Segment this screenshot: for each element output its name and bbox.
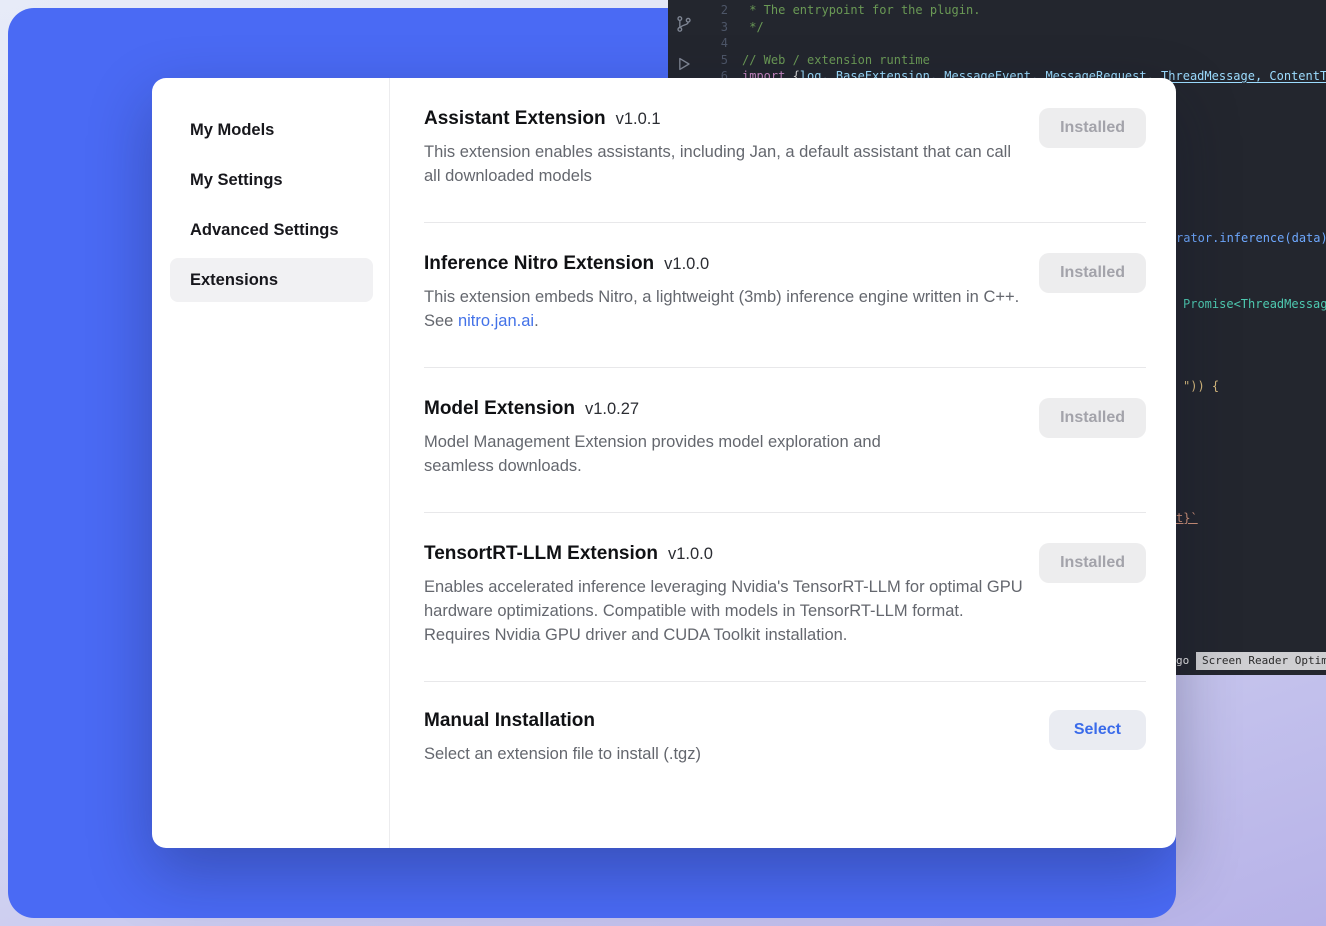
code-comment: * The entrypoint for the plugin. — [742, 2, 980, 19]
extension-description: This extension embeds Nitro, a lightweig… — [424, 285, 1024, 333]
extension-description: Model Management Extension provides mode… — [424, 430, 944, 478]
code-fragment: Promise<ThreadMessage> — [1183, 297, 1326, 311]
extension-version: v1.0.1 — [616, 110, 661, 129]
code-fragment: t}` — [1176, 511, 1198, 525]
sidebar-item-extensions[interactable]: Extensions — [170, 258, 373, 302]
page: 2 * The entrypoint for the plugin. 3 */ … — [0, 0, 1326, 926]
run-debug-icon — [674, 54, 694, 74]
extensions-panel: Assistant Extension v1.0.1 This extensio… — [390, 78, 1176, 848]
line-number: 2 — [706, 2, 742, 19]
manual-installation-row: Manual Installation Select an extension … — [424, 682, 1146, 766]
source-control-icon — [674, 14, 694, 34]
extension-info: Assistant Extension v1.0.1 This extensio… — [424, 108, 1024, 188]
manual-installation-title: Manual Installation — [424, 710, 595, 732]
editor-code-area: 2 * The entrypoint for the plugin. 3 */ … — [706, 2, 1326, 85]
extension-row-assistant: Assistant Extension v1.0.1 This extensio… — [424, 78, 1146, 223]
extension-row-model: Model Extension v1.0.27 Model Management… — [424, 368, 1146, 513]
sidebar-item-advanced-settings[interactable]: Advanced Settings — [170, 208, 373, 252]
extension-description: Enables accelerated inference leveraging… — [424, 575, 1024, 647]
extension-version: v1.0.27 — [585, 400, 639, 419]
extension-row-nitro: Inference Nitro Extension v1.0.0 This ex… — [424, 223, 1146, 368]
extension-title: Inference Nitro Extension — [424, 253, 654, 275]
code-comment: // Web / extension runtime — [742, 52, 930, 69]
extension-info: Model Extension v1.0.27 Model Management… — [424, 398, 944, 478]
settings-sidebar: My Models My Settings Advanced Settings … — [152, 78, 390, 848]
screen-reader-notice: Screen Reader Optimize — [1196, 652, 1326, 670]
code-comment: */ — [742, 19, 764, 36]
code-line: 2 * The entrypoint for the plugin. — [706, 2, 1326, 19]
installed-button[interactable]: Installed — [1039, 253, 1146, 293]
description-text: . — [534, 312, 539, 330]
line-number: 3 — [706, 19, 742, 36]
installed-button[interactable]: Installed — [1039, 108, 1146, 148]
sidebar-item-my-models[interactable]: My Models — [170, 108, 373, 152]
extension-title: TensortRT-LLM Extension — [424, 543, 658, 565]
extension-row-tensorrt: TensortRT-LLM Extension v1.0.0 Enables a… — [424, 513, 1146, 682]
statusbar-text: go — [1176, 654, 1189, 667]
installed-button[interactable]: Installed — [1039, 398, 1146, 438]
extension-info: TensortRT-LLM Extension v1.0.0 Enables a… — [424, 543, 1024, 647]
manual-installation-description: Select an extension file to install (.tg… — [424, 742, 701, 766]
code-fragment: rator.inference(data)); — [1176, 231, 1326, 245]
extension-info: Manual Installation Select an extension … — [424, 710, 701, 766]
extension-info: Inference Nitro Extension v1.0.0 This ex… — [424, 253, 1024, 333]
code-fragment: ")) { — [1183, 379, 1219, 393]
code-line: 3 */ — [706, 19, 1326, 36]
code-line: 5 // Web / extension runtime — [706, 52, 1326, 69]
extension-title: Model Extension — [424, 398, 575, 420]
installed-button[interactable]: Installed — [1039, 543, 1146, 583]
line-number: 4 — [706, 35, 742, 52]
extension-version: v1.0.0 — [668, 545, 713, 564]
nitro-link[interactable]: nitro.jan.ai — [458, 312, 534, 330]
code-line: 4 — [706, 35, 1326, 52]
select-file-button[interactable]: Select — [1049, 710, 1146, 750]
extension-version: v1.0.0 — [664, 255, 709, 274]
sidebar-item-my-settings[interactable]: My Settings — [170, 158, 373, 202]
settings-modal: My Models My Settings Advanced Settings … — [152, 78, 1176, 848]
extension-title: Assistant Extension — [424, 108, 606, 130]
line-number: 5 — [706, 52, 742, 69]
extension-description: This extension enables assistants, inclu… — [424, 140, 1024, 188]
